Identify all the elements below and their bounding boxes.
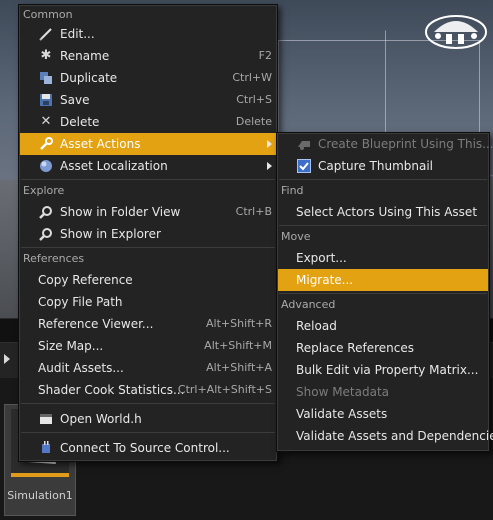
menu-item-label: Delete [60,115,100,129]
menu-item-asset-localization[interactable]: Asset Localization [20,155,276,177]
menu-item-label: Show in Explorer [60,227,161,241]
menu-item-migrate[interactable]: Migrate... [278,269,488,291]
menu-item-edit[interactable]: Edit... [20,23,276,45]
menu-item-shader-cook-statistics[interactable]: Shader Cook Statistics... Ctrl+Alt+Shift… [20,379,276,401]
globe-icon [38,159,54,173]
menu-item-label: Show Metadata [296,385,390,399]
menu-item-label: Create Blueprint Using This... [318,137,493,151]
menu-item-label: Capture Thumbnail [318,159,434,173]
shortcut: Alt+Shift+A [206,361,272,374]
cpp-file-icon [38,412,54,426]
menu-item-size-map[interactable]: Size Map... Alt+Shift+M [20,335,276,357]
wrench-icon [38,137,54,151]
section-find: Find [281,184,304,197]
menu-item-asset-actions[interactable]: Asset Actions [20,133,276,155]
separator [21,247,275,248]
separator [279,225,487,226]
section-advanced: Advanced [281,298,336,311]
menu-item-label: Bulk Edit via Property Matrix... [296,363,479,377]
menu-item-save[interactable]: Save Ctrl+S [20,89,276,111]
menu-item-copy-file-path[interactable]: Copy File Path [20,291,276,313]
checkbox-icon [296,159,312,173]
menu-item-show-in-explorer[interactable]: Show in Explorer [20,223,276,245]
menu-item-replace-references[interactable]: Replace References [278,337,488,359]
section-explore: Explore [23,184,65,197]
menu-item-delete[interactable]: ✕ Delete Delete [20,111,276,133]
asset-context-menu: Common Edit... ✱ Rename F2 Duplicate Ctr… [18,4,278,462]
menu-item-label: Edit... [60,27,95,41]
menu-item-label: Select Actors Using This Asset [296,205,478,219]
menu-item-label: Reload [296,319,337,333]
save-icon [38,93,54,107]
shortcut: Ctrl+Alt+Shift+S [177,383,272,396]
menu-item-label: Show in Folder View [60,205,181,219]
magnifier-icon [38,205,54,219]
blueprint-icon [296,137,312,151]
menu-item-label: Connect To Source Control... [60,441,230,455]
menu-item-reload[interactable]: Reload [278,315,488,337]
menu-item-label: Copy File Path [38,295,123,309]
duplicate-icon [38,71,54,85]
section-references: References [23,252,85,265]
menu-item-create-blueprint[interactable]: Create Blueprint Using This... [278,133,493,155]
menu-item-label: Asset Localization [60,159,168,173]
menu-item-label: Audit Assets... [38,361,124,375]
menu-item-bulk-edit[interactable]: Bulk Edit via Property Matrix... [278,359,488,381]
submenu-arrow-icon [267,140,272,148]
menu-item-label: Reference Viewer... [38,317,154,331]
menu-item-label: Size Map... [38,339,104,353]
section-move: Move [281,230,311,243]
shortcut: F2 [258,49,272,62]
shortcut: Delete [235,115,272,128]
menu-item-validate-assets-dependencies[interactable]: Validate Assets and Dependencies [278,425,493,447]
separator [21,432,275,433]
menu-item-show-metadata[interactable]: Show Metadata [278,381,488,403]
shortcut: Ctrl+W [232,71,272,84]
magnifier-icon [38,227,54,241]
pencil-icon [38,27,54,41]
menu-item-validate-assets[interactable]: Validate Assets [278,403,488,425]
shortcut: Ctrl+S [236,93,272,106]
menu-item-label: Save [60,93,90,107]
menu-item-label: Asset Actions [60,137,141,151]
menu-item-show-in-folder-view[interactable]: Show in Folder View Ctrl+B [20,201,276,223]
asset-name: Simulation1 [7,489,73,502]
shortcut: Alt+Shift+R [206,317,272,330]
menu-item-label: Export... [296,251,347,265]
menu-item-duplicate[interactable]: Duplicate Ctrl+W [20,67,276,89]
menu-item-label: Validate Assets and Dependencies [296,429,493,443]
menu-item-label: Migrate... [296,273,354,287]
section-common: Common [23,8,73,21]
separator [279,293,487,294]
menu-item-select-actors[interactable]: Select Actors Using This Asset [278,201,488,223]
shortcut: Ctrl+B [235,205,272,218]
shortcut: Alt+Shift+M [204,339,272,352]
separator [21,179,275,180]
menu-item-label: Rename [60,49,110,63]
menu-item-capture-thumbnail[interactable]: Capture Thumbnail [278,155,488,177]
menu-item-copy-reference[interactable]: Copy Reference [20,269,276,291]
asterisk-icon: ✱ [40,48,52,63]
expand-arrow-icon[interactable] [4,354,10,364]
submenu-arrow-icon [267,162,272,170]
menu-item-export[interactable]: Export... [278,247,488,269]
menu-item-label: Shader Cook Statistics... [38,383,185,397]
asset-actions-submenu: Create Blueprint Using This... Capture T… [276,132,493,452]
menu-item-rename[interactable]: ✱ Rename F2 [20,45,276,67]
menu-item-label: Copy Reference [38,273,133,287]
menu-item-connect-source-control[interactable]: Connect To Source Control... [20,437,276,459]
menu-item-label: Open World.h [60,412,142,426]
menu-item-label: Replace References [296,341,414,355]
menu-item-audit-assets[interactable]: Audit Assets... Alt+Shift+A [20,357,276,379]
x-icon: ✕ [40,114,52,129]
menu-item-label: Validate Assets [296,407,388,421]
menu-item-reference-viewer[interactable]: Reference Viewer... Alt+Shift+R [20,313,276,335]
source-control-icon [38,441,54,455]
separator [21,403,275,404]
separator [279,179,487,180]
menu-item-open-world-h[interactable]: Open World.h [20,408,276,430]
menu-item-label: Duplicate [60,71,118,85]
engine-logo-icon [425,15,487,49]
